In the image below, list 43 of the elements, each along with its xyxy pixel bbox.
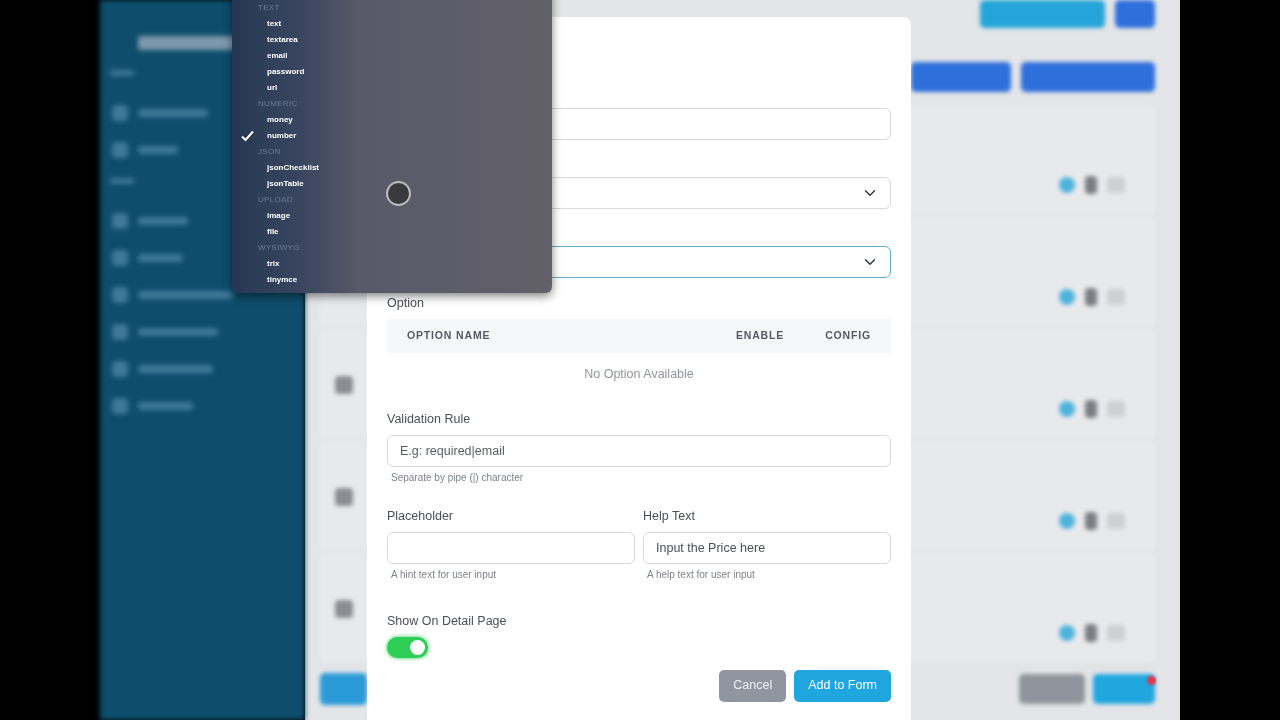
dropdown-item[interactable]: jsonTable: [267, 176, 304, 192]
dropdown-item[interactable]: file: [267, 224, 279, 240]
checkmark-icon: [241, 130, 254, 142]
column-header: ENABLE: [735, 328, 785, 344]
field-label: Placeholder: [387, 508, 453, 524]
notification-dot: [1147, 676, 1156, 685]
column-header: OPTION NAME: [407, 328, 492, 344]
field-label: Show On Detail Page: [387, 613, 507, 629]
dropdown-item[interactable]: email: [267, 48, 288, 64]
blurred-button[interactable]: [320, 673, 367, 705]
hint-text: A hint text for user input: [391, 568, 497, 581]
dropdown-item[interactable]: text: [267, 16, 282, 32]
dropdown-item[interactable]: url: [267, 80, 278, 96]
input-field[interactable]: Input the Price here: [643, 531, 891, 564]
dropdown-item[interactable]: image: [267, 208, 291, 224]
blurred-section-heading: [110, 70, 134, 76]
dropdown-item[interactable]: money: [267, 112, 293, 128]
input-field[interactable]: [387, 531, 635, 564]
field-label: Validation Rule: [387, 412, 471, 427]
blurred-button[interactable]: [911, 61, 1011, 92]
group-heading: NUMERIC: [258, 98, 298, 110]
dropdown-item[interactable]: password: [267, 64, 305, 80]
group-heading: WYSIWYG: [258, 242, 300, 254]
hint-text: A help text for user input: [647, 568, 755, 581]
dropdown-item[interactable]: textarea: [267, 32, 298, 48]
hint-text: Separate by pipe (|) character: [391, 472, 524, 484]
column-header: CONFIG: [825, 328, 871, 344]
dropdown-item[interactable]: jsonChecklist: [267, 160, 319, 176]
blurred-button[interactable]: [1093, 674, 1155, 704]
blurred-button[interactable]: [980, 0, 1105, 28]
dropdown-item[interactable]: number: [267, 128, 297, 144]
input-field[interactable]: E.g: required|email: [387, 435, 891, 467]
blurred-button[interactable]: [1021, 61, 1155, 92]
blurred-section-heading: [110, 178, 134, 184]
blurred-button[interactable]: [1115, 0, 1155, 28]
dropdown-item[interactable]: tinymce: [267, 272, 298, 288]
dropdown-item[interactable]: trix: [267, 256, 280, 272]
field-label: Help Text: [643, 508, 695, 524]
toggle-switch[interactable]: [387, 636, 428, 658]
field-label: Option: [387, 296, 424, 311]
empty-message: No Option Available: [583, 366, 695, 383]
group-heading: TEXT: [258, 2, 280, 14]
blurred-button[interactable]: [1019, 674, 1085, 704]
